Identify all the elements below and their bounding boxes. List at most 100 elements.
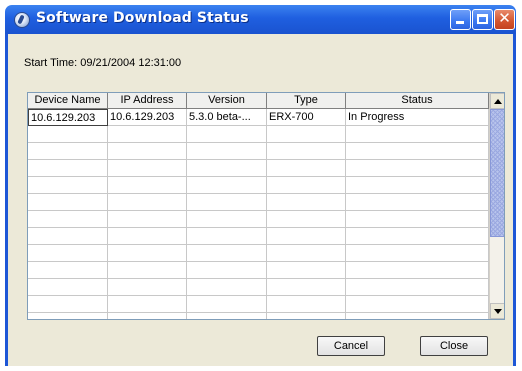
empty-table-cell (187, 160, 267, 177)
minimize-icon (456, 21, 464, 24)
empty-table-row (28, 296, 489, 313)
empty-table-row (28, 194, 489, 211)
scroll-up-button[interactable] (490, 93, 504, 109)
empty-table-row (28, 177, 489, 194)
empty-table-cell (346, 262, 489, 279)
maximize-button[interactable] (472, 9, 493, 30)
scroll-down-button[interactable] (490, 303, 504, 319)
empty-table-cell (108, 211, 187, 228)
empty-table-cell (346, 296, 489, 313)
empty-table-cell (267, 177, 346, 194)
empty-table-cell (28, 160, 108, 177)
vertical-scrollbar[interactable] (489, 93, 504, 319)
empty-table-cell (108, 126, 187, 143)
title-bar[interactable]: Software Download Status ✕ (5, 5, 516, 34)
column-header-version[interactable]: Version (187, 93, 267, 109)
empty-table-cell (28, 211, 108, 228)
empty-table-cell (28, 228, 108, 245)
table-cell-type[interactable]: ERX-700 (267, 109, 346, 126)
empty-table-cell (187, 313, 267, 319)
software-download-status-window: Software Download Status ✕ Start Time: 0… (0, 0, 522, 371)
download-status-table[interactable]: Device Name IP Address Version Type Stat… (27, 92, 505, 320)
empty-table-cell (187, 194, 267, 211)
empty-table-cell (187, 262, 267, 279)
column-header-device-name[interactable]: Device Name (28, 93, 108, 109)
minimize-button[interactable] (450, 9, 471, 30)
empty-table-cell (108, 262, 187, 279)
empty-table-row (28, 143, 489, 160)
empty-table-row (28, 228, 489, 245)
empty-table-cell (346, 177, 489, 194)
maximize-icon (477, 14, 488, 24)
close-button[interactable]: Close (420, 336, 488, 356)
empty-table-row (28, 160, 489, 177)
empty-table-cell (28, 194, 108, 211)
empty-table-cell (28, 177, 108, 194)
empty-table-cell (108, 228, 187, 245)
table-body: 10.6.129.203 10.6.129.203 5.3.0 beta-...… (28, 109, 489, 319)
empty-table-row (28, 313, 489, 319)
empty-table-row (28, 126, 489, 143)
empty-table-cell (346, 143, 489, 160)
empty-table-cell (108, 279, 187, 296)
empty-table-cell (346, 245, 489, 262)
empty-table-row (28, 211, 489, 228)
window-frame-right (513, 34, 516, 366)
empty-table-cell (187, 279, 267, 296)
empty-table-cell (108, 143, 187, 160)
empty-table-cell (267, 211, 346, 228)
empty-table-cell (267, 228, 346, 245)
empty-table-cell (267, 194, 346, 211)
dialog-content: Start Time: 09/21/2004 12:31:00 Device N… (8, 34, 513, 366)
start-time-label: Start Time: 09/21/2004 12:31:00 (24, 57, 182, 69)
empty-table-cell (28, 126, 108, 143)
empty-table-cell (108, 245, 187, 262)
empty-table-cell (187, 211, 267, 228)
software-download-icon (14, 12, 30, 28)
empty-table-cell (267, 279, 346, 296)
empty-table-cell (108, 194, 187, 211)
empty-table-row (28, 279, 489, 296)
close-icon: ✕ (498, 9, 511, 27)
column-header-ip-address[interactable]: IP Address (108, 93, 187, 109)
empty-table-cell (187, 126, 267, 143)
empty-table-cell (267, 126, 346, 143)
empty-table-cell (267, 262, 346, 279)
arrow-up-icon (494, 99, 502, 104)
table-row[interactable]: 10.6.129.203 10.6.129.203 5.3.0 beta-...… (28, 109, 489, 126)
empty-table-cell (346, 160, 489, 177)
table-cell-version[interactable]: 5.3.0 beta-... (187, 109, 267, 126)
empty-table-cell (28, 262, 108, 279)
empty-table-cell (346, 313, 489, 319)
empty-table-cell (28, 313, 108, 319)
empty-table-cell (267, 160, 346, 177)
empty-table-cell (108, 160, 187, 177)
scroll-thumb[interactable] (490, 109, 504, 237)
table-cell-device-name[interactable]: 10.6.129.203 (28, 109, 108, 126)
empty-table-cell (346, 279, 489, 296)
empty-table-cell (267, 245, 346, 262)
empty-table-cell (187, 245, 267, 262)
empty-table-cell (187, 177, 267, 194)
empty-table-cell (346, 228, 489, 245)
empty-table-cell (267, 296, 346, 313)
column-header-status[interactable]: Status (346, 93, 489, 109)
empty-table-cell (346, 194, 489, 211)
table-cell-status[interactable]: In Progress (346, 109, 489, 126)
window-title: Software Download Status (36, 10, 249, 26)
empty-table-cell (346, 211, 489, 228)
empty-table-cell (28, 245, 108, 262)
empty-table-cell (28, 143, 108, 160)
empty-table-cell (187, 296, 267, 313)
cancel-button[interactable]: Cancel (317, 336, 385, 356)
empty-table-cell (28, 279, 108, 296)
table-cell-ip-address[interactable]: 10.6.129.203 (108, 109, 187, 126)
empty-table-row (28, 245, 489, 262)
empty-table-cell (267, 313, 346, 319)
column-header-type[interactable]: Type (267, 93, 346, 109)
empty-table-cell (346, 126, 489, 143)
table-header: Device Name IP Address Version Type Stat… (28, 93, 489, 109)
close-window-button[interactable]: ✕ (494, 9, 515, 30)
empty-table-cell (108, 177, 187, 194)
empty-table-cell (187, 228, 267, 245)
